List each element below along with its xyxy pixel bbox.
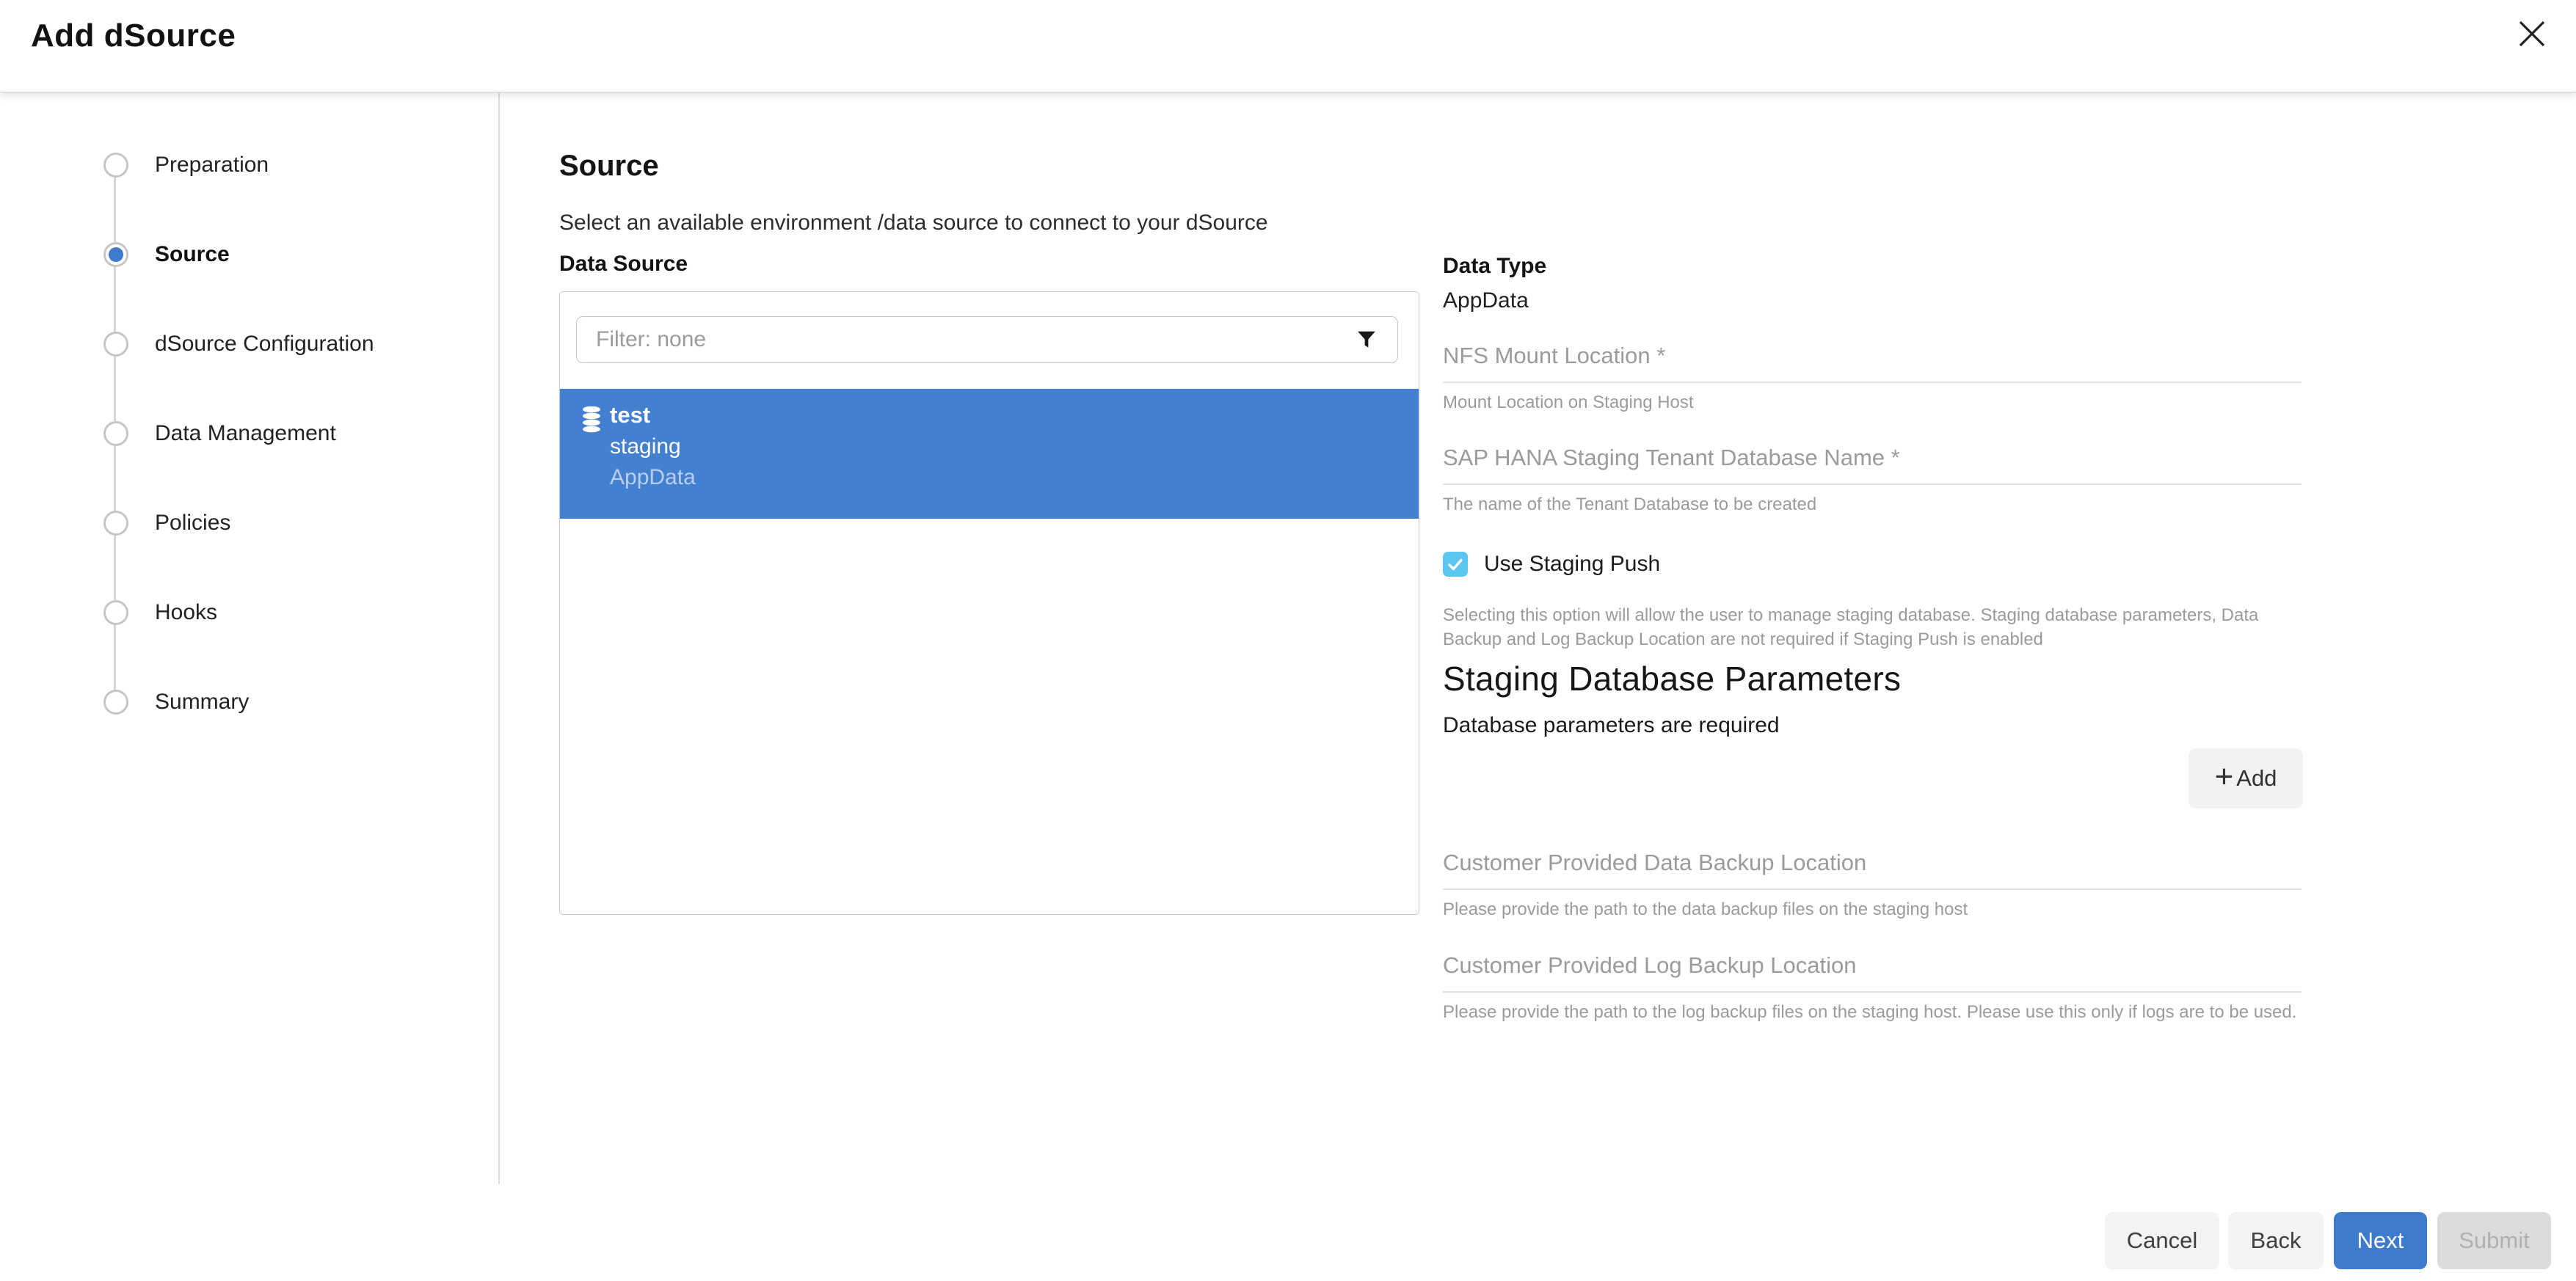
step-circle-icon <box>103 421 128 446</box>
step-label: Preparation <box>155 153 269 178</box>
section-subtitle: Select an available environment /data so… <box>559 211 1268 236</box>
data-source-list-panel: test staging AppData <box>559 291 1419 915</box>
nfs-mount-location-input[interactable] <box>1443 343 2302 383</box>
data-source-environment: staging <box>610 434 681 459</box>
step-label: Policies <box>155 511 230 536</box>
log-backup-location-field: Please provide the path to the log backu… <box>1443 952 2302 1023</box>
data-source-type: AppData <box>610 465 696 490</box>
nfs-mount-location-field: Mount Location on Staging Host <box>1443 343 2302 413</box>
database-icon <box>581 406 604 437</box>
data-backup-location-input[interactable] <box>1443 850 2302 890</box>
step-label: Source <box>155 242 230 267</box>
stepper-step-summary[interactable]: Summary <box>0 687 249 717</box>
data-source-name: test <box>610 402 650 428</box>
data-backup-location-helper: Please provide the path to the data back… <box>1443 899 2302 920</box>
add-parameter-label: Add <box>2236 765 2277 792</box>
tenant-database-name-field: The name of the Tenant Database to be cr… <box>1443 445 2302 515</box>
checkmark-icon <box>1447 555 1464 573</box>
use-staging-push-label: Use Staging Push <box>1484 552 1660 577</box>
page-title: Add dSource <box>31 18 236 54</box>
add-parameter-button[interactable]: + Add <box>2188 748 2303 809</box>
staging-db-params-requirement: Database parameters are required <box>1443 713 2302 738</box>
data-type-value: AppData <box>1443 288 2302 313</box>
close-icon[interactable] <box>2513 15 2551 53</box>
dialog-header: Add dSource <box>0 0 2576 92</box>
data-type-label: Data Type <box>1443 254 2302 279</box>
section-heading: Source <box>559 150 659 183</box>
step-label: dSource Configuration <box>155 332 374 357</box>
staging-push-description: Selecting this option will allow the use… <box>1443 603 2305 652</box>
stepper-step-data-management[interactable]: Data Management <box>0 419 336 448</box>
filter-icon <box>1356 329 1378 351</box>
step-circle-icon <box>103 153 128 178</box>
step-label: Summary <box>155 690 249 715</box>
log-backup-location-helper: Please provide the path to the log backu… <box>1443 1002 2302 1023</box>
plus-icon: + <box>2215 761 2234 793</box>
next-button[interactable]: Next <box>2334 1212 2427 1269</box>
use-staging-push-row: Use Staging Push <box>1443 552 2302 577</box>
step-circle-icon <box>103 511 128 536</box>
tenant-database-name-input[interactable] <box>1443 445 2302 485</box>
stepper-step-dsource-configuration[interactable]: dSource Configuration <box>0 329 374 359</box>
data-source-label: Data Source <box>559 252 688 277</box>
wizard-stepper: Preparation Source dSource Configuration… <box>0 93 500 1184</box>
cancel-button[interactable]: Cancel <box>2105 1212 2219 1269</box>
tenant-database-name-helper: The name of the Tenant Database to be cr… <box>1443 494 2302 515</box>
back-button[interactable]: Back <box>2228 1212 2324 1269</box>
step-circle-icon <box>103 332 128 357</box>
step-label: Data Management <box>155 421 336 446</box>
step-circle-active-icon <box>103 242 128 267</box>
step-label: Hooks <box>155 600 217 625</box>
nfs-mount-location-helper: Mount Location on Staging Host <box>1443 393 2302 413</box>
filter-input[interactable] <box>576 316 1398 363</box>
step-circle-icon <box>103 600 128 625</box>
submit-button[interactable]: Submit <box>2437 1212 2551 1269</box>
stepper-step-source[interactable]: Source <box>0 240 230 269</box>
filter-field <box>576 316 1398 363</box>
staging-db-params-heading: Staging Database Parameters <box>1443 659 2302 698</box>
data-backup-location-field: Please provide the path to the data back… <box>1443 850 2302 920</box>
stepper-step-preparation[interactable]: Preparation <box>0 150 269 180</box>
data-type-block: Data Type AppData <box>1443 254 2302 313</box>
use-staging-push-checkbox[interactable] <box>1443 552 1468 577</box>
stepper-step-hooks[interactable]: Hooks <box>0 598 217 627</box>
log-backup-location-input[interactable] <box>1443 952 2302 993</box>
stepper-step-policies[interactable]: Policies <box>0 508 230 538</box>
step-circle-icon <box>103 690 128 715</box>
data-source-list-item-selected[interactable]: test staging AppData <box>560 389 1419 519</box>
